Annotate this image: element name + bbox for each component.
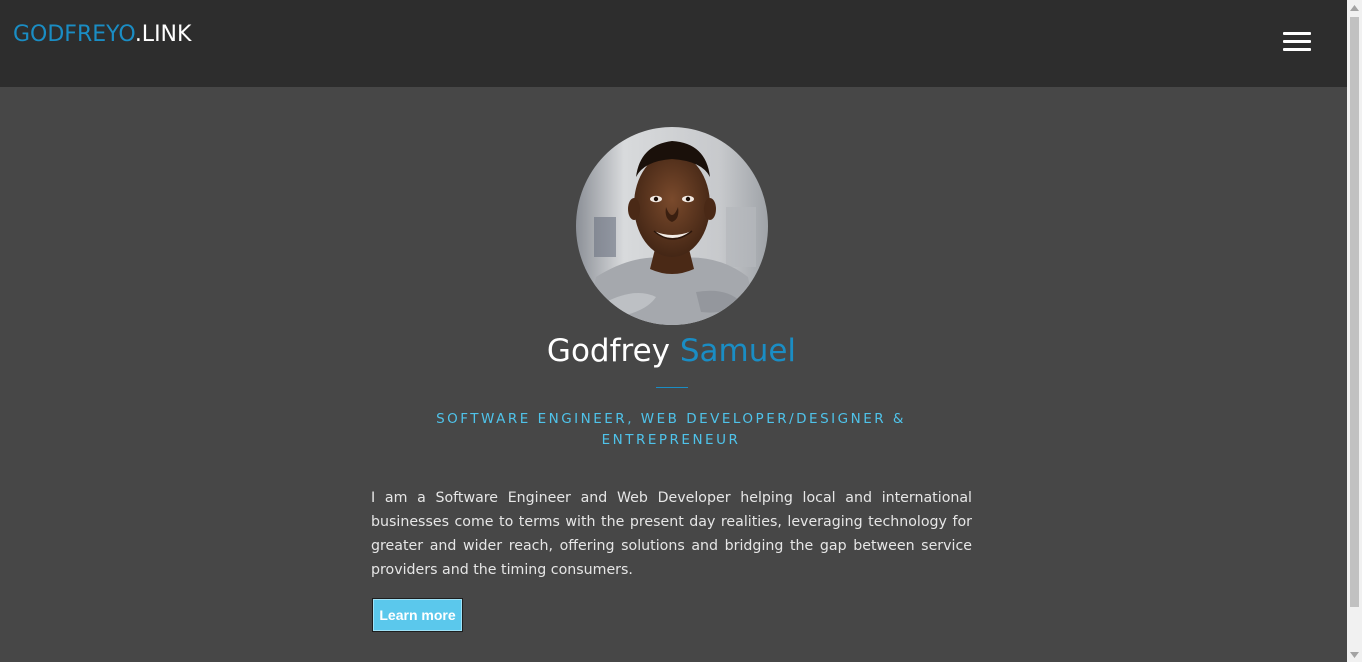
hamburger-menu-icon[interactable] bbox=[1281, 28, 1313, 54]
brand-logo-link[interactable]: GODFREYO.LINK bbox=[13, 21, 191, 49]
brand-name-suffix: .LINK bbox=[134, 22, 192, 47]
tagline-line-2: ENTREPRENEUR bbox=[601, 432, 741, 448]
hamburger-bar bbox=[1283, 48, 1311, 51]
avatar bbox=[576, 127, 768, 325]
profile-name: Godfrey Samuel bbox=[0, 331, 1343, 371]
title-divider bbox=[656, 387, 688, 388]
scroll-up-arrow-icon[interactable] bbox=[1347, 0, 1362, 15]
brand-name-primary: GODFREYO bbox=[13, 22, 135, 47]
bio-paragraph: I am a Software Engineer and Web Develop… bbox=[371, 490, 972, 578]
profession-tagline: SOFTWARE ENGINEER, WEB DEVELOPER/DESIGNE… bbox=[420, 409, 922, 451]
vertical-scrollbar[interactable] bbox=[1347, 0, 1362, 662]
site-header: GODFREYO.LINK bbox=[0, 0, 1347, 87]
hamburger-bar bbox=[1283, 40, 1311, 43]
first-name: Godfrey bbox=[546, 333, 670, 369]
learn-more-button[interactable]: Learn more bbox=[372, 598, 463, 632]
scrollbar-thumb[interactable] bbox=[1350, 17, 1359, 607]
hamburger-bar bbox=[1283, 32, 1311, 35]
last-name: Samuel bbox=[679, 333, 797, 369]
tagline-line-1: SOFTWARE ENGINEER, WEB DEVELOPER/DESIGNE… bbox=[436, 411, 906, 427]
profile-photo-illustration bbox=[576, 127, 768, 325]
scroll-down-arrow-icon[interactable] bbox=[1347, 647, 1362, 662]
hero-section: Godfrey Samuel SOFTWARE ENGINEER, WEB DE… bbox=[0, 87, 1347, 662]
